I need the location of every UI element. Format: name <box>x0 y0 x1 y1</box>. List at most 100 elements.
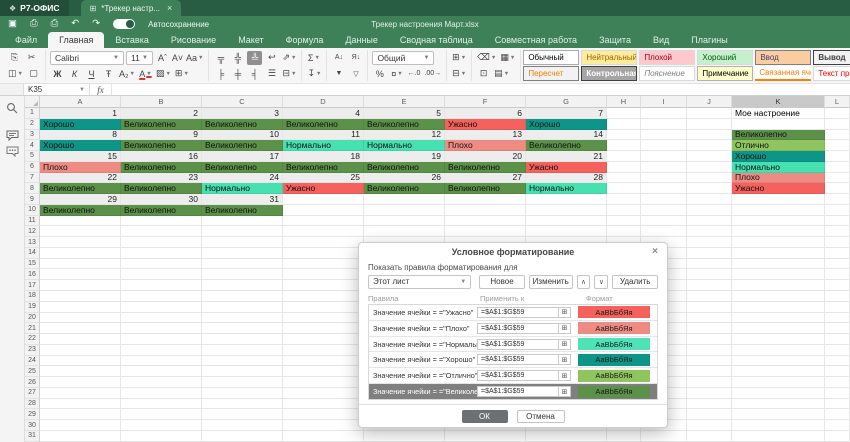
ribbon-tab-вид[interactable]: Вид <box>642 32 680 48</box>
cell-F3[interactable]: 13 <box>445 130 526 141</box>
cell-J17[interactable] <box>687 280 732 291</box>
cell-L16[interactable] <box>825 269 850 280</box>
cell-F12[interactable] <box>445 226 526 237</box>
cell-K12[interactable] <box>732 226 825 237</box>
cell-L1[interactable] <box>825 108 850 119</box>
cell-J13[interactable] <box>687 237 732 248</box>
cell-F1[interactable]: 6 <box>445 108 526 119</box>
cell-J25[interactable] <box>687 366 732 377</box>
ribbon-tab-вставка[interactable]: Вставка <box>104 32 159 48</box>
filter-icon[interactable]: ▼ <box>331 67 346 81</box>
align-right-icon[interactable]: ╡ <box>247 67 262 81</box>
cell-K7[interactable]: Плохо <box>732 173 825 184</box>
cell-B12[interactable] <box>121 226 202 237</box>
cell-K20[interactable] <box>732 313 825 324</box>
cell-I1[interactable] <box>641 108 687 119</box>
cell-A13[interactable] <box>40 237 121 248</box>
cell-H2[interactable] <box>607 119 641 130</box>
sort-desc-icon[interactable]: Я↓ <box>348 51 363 65</box>
ribbon-tab-рисование[interactable]: Рисование <box>160 32 227 48</box>
cell-A9[interactable]: 29 <box>40 194 121 205</box>
cell-B3[interactable]: 9 <box>121 130 202 141</box>
ribbon-tab-сводная-таблица[interactable]: Сводная таблица <box>389 32 484 48</box>
column-header-F[interactable]: F <box>445 96 526 108</box>
row-header-21[interactable]: 21 <box>25 323 40 334</box>
cell-D16[interactable] <box>283 269 364 280</box>
cell-E7[interactable]: 26 <box>364 173 445 184</box>
cell-J6[interactable] <box>687 162 732 173</box>
bold-icon[interactable]: Ж <box>50 67 65 81</box>
row-header-7[interactable]: 7 <box>25 173 40 184</box>
row-header-29[interactable]: 29 <box>25 409 40 420</box>
cell-K6[interactable]: Нормально <box>732 162 825 173</box>
feedback-icon[interactable] <box>6 146 19 157</box>
row-header-2[interactable]: 2 <box>25 119 40 130</box>
cell-B14[interactable] <box>121 248 202 259</box>
cell-C14[interactable] <box>202 248 283 259</box>
row-header-10[interactable]: 10 <box>25 205 40 216</box>
cell-H9[interactable] <box>607 194 641 205</box>
ribbon-tab-плагины[interactable]: Плагины <box>680 32 738 48</box>
format-as-table-icon[interactable]: ▤▼ <box>493 67 510 81</box>
cell-J28[interactable] <box>687 399 732 410</box>
cell-B26[interactable] <box>121 377 202 388</box>
row-header-13[interactable]: 13 <box>25 237 40 248</box>
select-range-icon[interactable]: ⊞ <box>559 370 571 381</box>
cell-E6[interactable]: Великолепно <box>364 162 445 173</box>
borders-icon[interactable]: ⊞▼ <box>174 67 190 81</box>
cell-G10[interactable] <box>526 205 607 216</box>
row-header-12[interactable]: 12 <box>25 226 40 237</box>
cell-K14[interactable] <box>732 248 825 259</box>
cell-C1[interactable]: 3 <box>202 108 283 119</box>
select-range-icon[interactable]: ⊞ <box>559 307 571 318</box>
cell-B20[interactable] <box>121 313 202 324</box>
cell-C31[interactable] <box>202 431 283 442</box>
rule-range-input[interactable]: =$A$1:$G$59 <box>477 354 559 365</box>
cell-F11[interactable] <box>445 216 526 227</box>
row-header-22[interactable]: 22 <box>25 334 40 345</box>
cell-A26[interactable] <box>40 377 121 388</box>
row-header-23[interactable]: 23 <box>25 345 40 356</box>
cell-A18[interactable] <box>40 291 121 302</box>
cell-A16[interactable] <box>40 269 121 280</box>
cell-D26[interactable] <box>283 377 364 388</box>
cell-G5[interactable]: 21 <box>526 151 607 162</box>
cell-D22[interactable] <box>283 334 364 345</box>
row-header-8[interactable]: 8 <box>25 183 40 194</box>
cell-K18[interactable] <box>732 291 825 302</box>
cell-K10[interactable] <box>732 205 825 216</box>
cancel-button[interactable]: Отмена <box>517 410 565 423</box>
cell-H10[interactable] <box>607 205 641 216</box>
cell-A7[interactable]: 22 <box>40 173 121 184</box>
cell-A29[interactable] <box>40 409 121 420</box>
cell-L8[interactable] <box>825 183 850 194</box>
cell-B13[interactable] <box>121 237 202 248</box>
cell-B10[interactable]: Великолепно <box>121 205 202 216</box>
cell-D31[interactable] <box>283 431 364 442</box>
cell-D10[interactable] <box>283 205 364 216</box>
new-rule-button[interactable]: Новое <box>479 275 525 289</box>
align-left-icon[interactable]: ╞ <box>213 67 228 81</box>
cell-B2[interactable]: Великолепно <box>121 119 202 130</box>
cell-L3[interactable] <box>825 130 850 141</box>
cell-I10[interactable] <box>641 205 687 216</box>
cell-L6[interactable] <box>825 162 850 173</box>
column-header-C[interactable]: C <box>202 96 283 108</box>
autosave-toggle[interactable] <box>113 19 135 29</box>
cell-I12[interactable] <box>641 226 687 237</box>
cell-L25[interactable] <box>825 366 850 377</box>
rule-row[interactable]: Значение ячейки = ="Хорошо"=$A$1:$G$59⊞А… <box>369 352 657 368</box>
cell-E31[interactable] <box>364 431 445 442</box>
decrease-font-icon[interactable]: A˅ <box>170 51 185 65</box>
column-header-B[interactable]: B <box>121 96 202 108</box>
align-middle-icon[interactable]: ╬ <box>230 51 245 65</box>
cell-J14[interactable] <box>687 248 732 259</box>
cell-J5[interactable] <box>687 151 732 162</box>
italic-icon[interactable]: К <box>67 67 82 81</box>
cell-B22[interactable] <box>121 334 202 345</box>
cell-A11[interactable] <box>40 216 121 227</box>
select-range-icon[interactable]: ⊞ <box>559 339 571 350</box>
cell-B24[interactable] <box>121 356 202 367</box>
name-box[interactable]: K35▼ <box>24 84 90 95</box>
cell-E2[interactable]: Великолепно <box>364 119 445 130</box>
